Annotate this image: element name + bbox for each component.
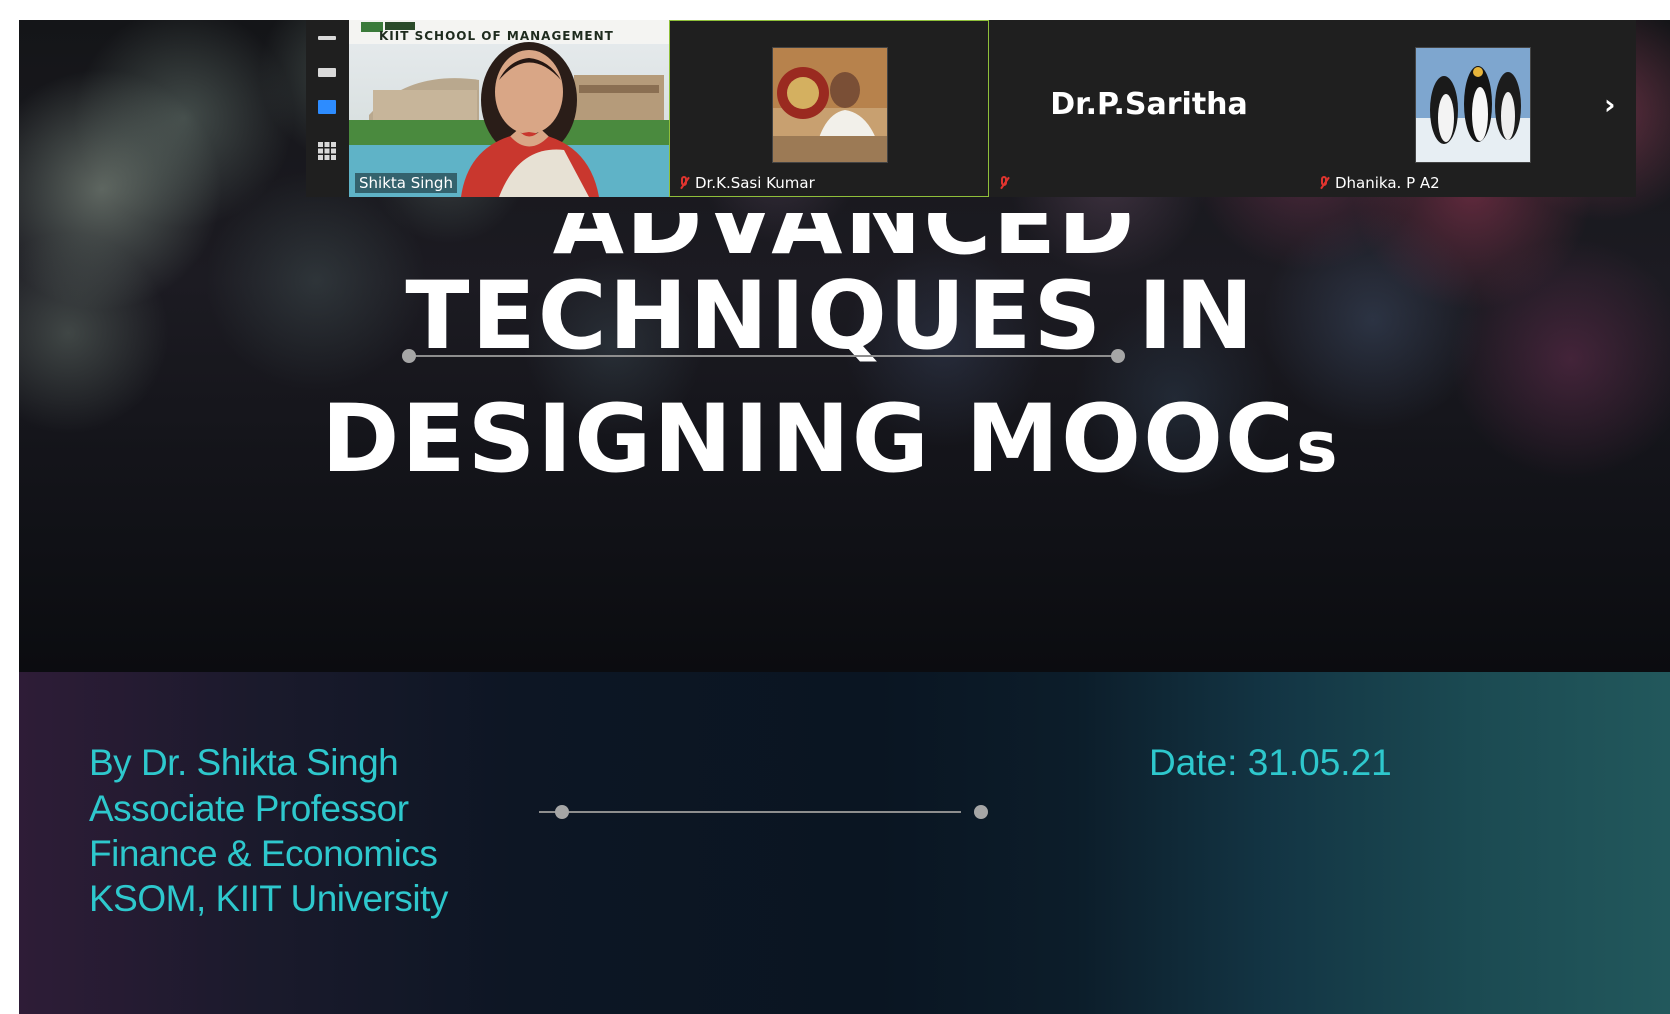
microphone-muted-icon: [1319, 176, 1329, 190]
slide-author-section: By Dr. Shikta Singh Associate Professor …: [19, 672, 1670, 1014]
participant-tile-saritha[interactable]: Dr.P.Saritha: [989, 20, 1309, 197]
participant-name-label: [995, 173, 1019, 193]
participant-name-label: Shikta Singh: [355, 173, 457, 193]
speaker-view-icon[interactable]: [318, 68, 336, 77]
microphone-muted-icon: [679, 176, 689, 190]
gallery-view-icon[interactable]: [318, 142, 336, 160]
participant-tile-shikta-singh[interactable]: KIIT SCHOOL OF MANAGEMENT Shikta Singh: [349, 20, 669, 197]
author-name: By Dr. Shikta Singh: [89, 742, 399, 783]
title-divider: [409, 355, 1119, 357]
author-title: Associate Professor: [89, 788, 409, 829]
participant-name: Dhanika. P A2: [1335, 174, 1440, 192]
participant-name-label: Dhanika. P A2: [1315, 173, 1444, 193]
participant-avatar-photo: [772, 47, 888, 163]
participant-display-name: Dr.P.Saritha: [1050, 87, 1248, 122]
participant-background-caption: KIIT SCHOOL OF MANAGEMENT: [379, 29, 649, 43]
participant-name-label: Dr.K.Sasi Kumar: [675, 173, 819, 193]
slide-title-line-2-suffix: s: [1295, 406, 1340, 488]
participant-name: Shikta Singh: [359, 174, 453, 192]
view-controls: [306, 20, 349, 197]
author-divider: [539, 811, 961, 813]
participant-tile-sasi-kumar[interactable]: Dr.K.Sasi Kumar: [669, 20, 989, 197]
author-department: Finance & Economics: [89, 833, 438, 874]
title-divider-left-dot: [402, 349, 416, 363]
author-divider-right-dot: [974, 805, 988, 819]
participant-name: Dr.K.Sasi Kumar: [695, 174, 815, 192]
strip-view-icon[interactable]: [318, 100, 336, 114]
microphone-muted-icon: [999, 176, 1009, 190]
participant-video: [349, 20, 669, 197]
slide-title-line-2: DESIGNING MOOCs: [19, 385, 1656, 494]
minimize-view-icon[interactable]: [318, 36, 336, 40]
participant-tile-dhanika[interactable]: Dhanika. P A2: [1309, 20, 1636, 197]
next-page-button[interactable]: ›: [1604, 88, 1616, 121]
author-institution: KSOM, KIIT University: [89, 878, 448, 919]
presentation-date: Date: 31.05.21: [1149, 742, 1392, 783]
slide-title-line-2-main: DESIGNING MOOC: [321, 385, 1296, 494]
participant-avatar-photo: [1415, 47, 1531, 163]
title-divider-right-dot: [1111, 349, 1125, 363]
author-divider-left-dot: [555, 805, 569, 819]
